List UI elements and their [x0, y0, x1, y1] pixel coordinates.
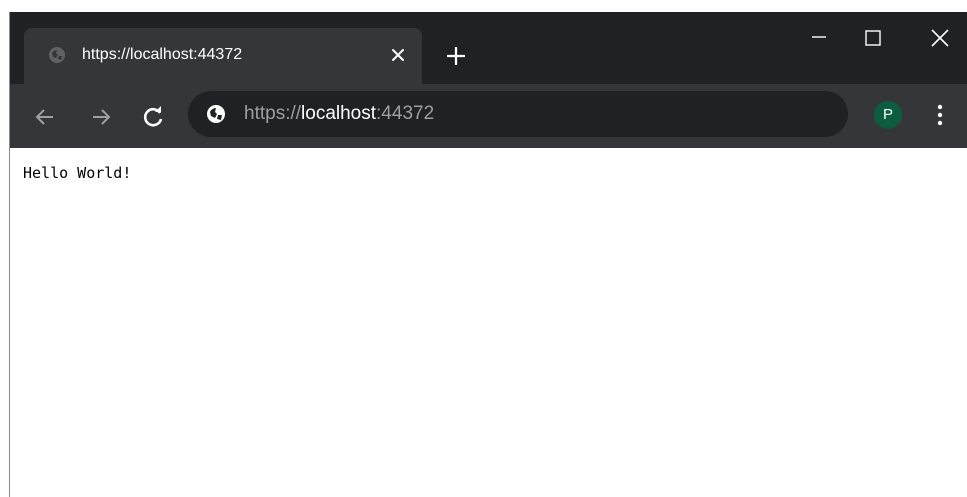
tab-close-icon[interactable] [388, 45, 408, 65]
title-bar: https://localhost:44372 [10, 12, 967, 84]
more-menu-icon[interactable] [930, 101, 950, 129]
maximize-icon[interactable] [850, 16, 896, 62]
minimize-icon[interactable] [796, 25, 842, 71]
reload-icon[interactable] [140, 104, 166, 130]
tab-title: https://localhost:44372 [82, 46, 243, 63]
url-text[interactable]: https://localhost:44372 [244, 103, 434, 125]
back-arrow-icon[interactable] [32, 104, 58, 130]
page-body-text: Hello World! [23, 164, 132, 182]
browser-tab[interactable]: https://localhost:44372 [24, 28, 422, 84]
profile-avatar[interactable]: P [874, 101, 902, 129]
address-bar[interactable]: https://localhost:44372 [188, 91, 848, 137]
globe-icon[interactable] [206, 104, 226, 124]
page-content: Hello World! [10, 148, 967, 497]
close-icon[interactable] [917, 16, 963, 62]
forward-arrow-icon[interactable] [88, 104, 114, 130]
url-host: localhost [301, 103, 377, 124]
url-port: :44372 [376, 103, 435, 124]
new-tab-icon[interactable] [442, 42, 470, 70]
browser-window: https://localhost:44372 https://localhos… [9, 12, 967, 497]
globe-icon [49, 47, 65, 63]
url-scheme: https:// [244, 103, 302, 124]
